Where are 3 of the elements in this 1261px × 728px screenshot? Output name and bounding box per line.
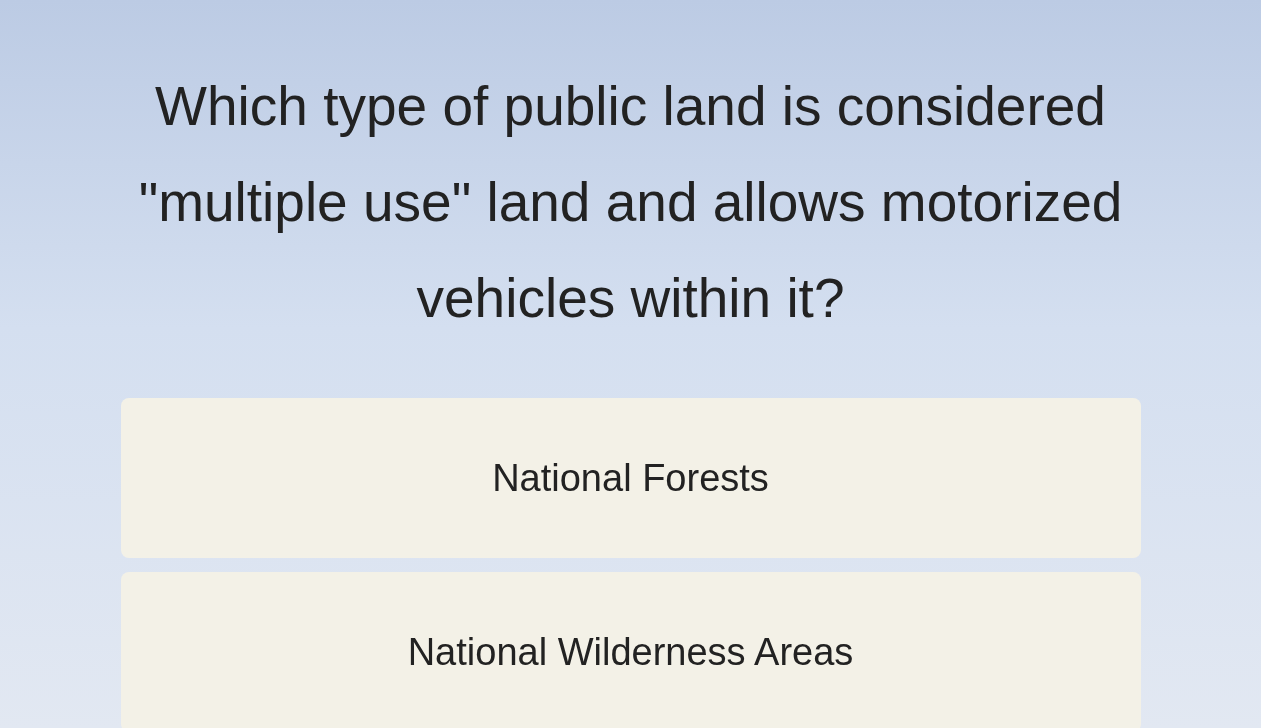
answer-option[interactable]: National Forests [120,398,1141,558]
question-text: Which type of public land is considered "multiple use" land and allows motorized vehicles within it? [137,74,1124,331]
answer-option[interactable]: National Wilderness Areas [120,572,1141,728]
